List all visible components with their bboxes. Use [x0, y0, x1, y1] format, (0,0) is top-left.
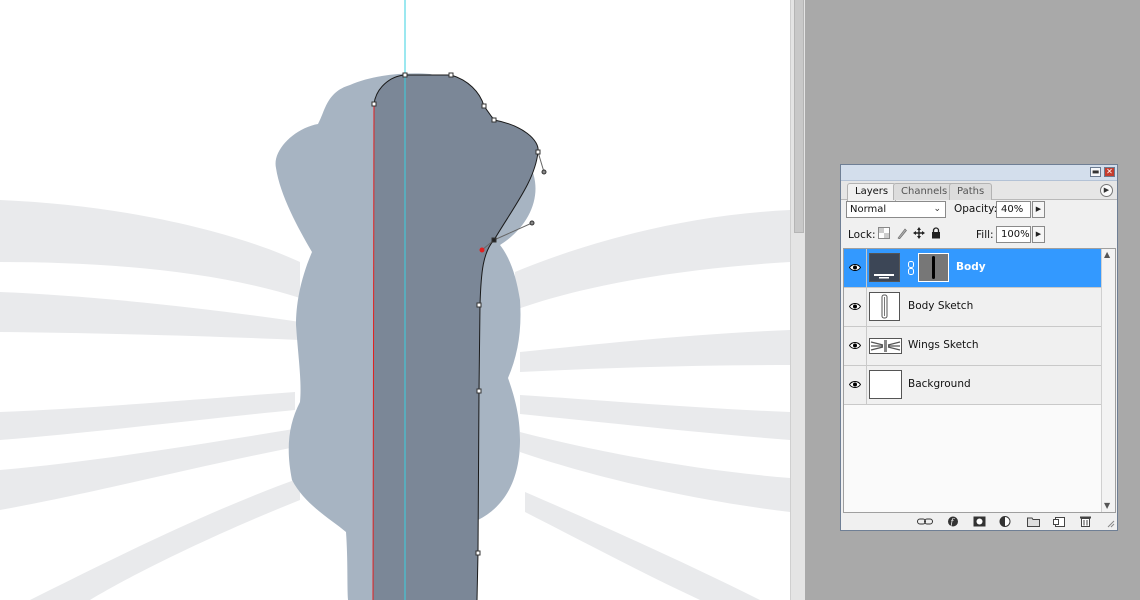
link-layers-icon[interactable] — [917, 516, 933, 527]
eye-icon — [849, 303, 861, 310]
tab-channels[interactable]: Channels — [893, 183, 956, 200]
resize-grip-icon[interactable] — [1107, 520, 1115, 528]
layer-name[interactable]: Body Sketch — [908, 300, 973, 312]
canvas-vertical-scrollbar[interactable] — [790, 0, 805, 600]
blend-mode-select[interactable]: Normal ⌄ — [846, 201, 946, 218]
layer-list: Body Body Sketch Wings Sketch Background… — [843, 248, 1116, 513]
scroll-up-icon[interactable]: ▲ — [1104, 250, 1110, 259]
fill-slider-button[interactable]: ▶ — [1032, 226, 1045, 243]
artwork — [0, 0, 790, 600]
scrollbar-thumb[interactable] — [794, 0, 804, 233]
delete-layer-icon[interactable] — [1079, 516, 1092, 527]
eye-icon — [849, 381, 861, 388]
layers-panel: ▬ ✕ Layers Channels Paths ▶ Normal ⌄ Opa… — [840, 164, 1118, 531]
path-start-point[interactable] — [479, 247, 485, 253]
layer-name[interactable]: Background — [908, 378, 971, 390]
visibility-toggle[interactable] — [844, 366, 867, 404]
lock-all-icon[interactable] — [930, 227, 942, 239]
lock-image-icon[interactable] — [896, 227, 908, 239]
new-group-icon[interactable] — [1027, 516, 1040, 527]
layer-list-scrollbar[interactable]: ▲ ▼ — [1101, 249, 1115, 512]
layer-thumbnail[interactable] — [869, 292, 900, 321]
layer-mask-thumbnail[interactable] — [918, 253, 949, 282]
minimize-icon: ▬ — [1091, 167, 1100, 176]
layer-thumbnail[interactable] — [869, 253, 900, 282]
panel-menu-button[interactable]: ▶ — [1100, 184, 1113, 197]
layer-row-body-sketch[interactable]: Body Sketch — [844, 288, 1102, 327]
layer-style-icon[interactable]: f — [947, 516, 960, 527]
fill-label: Fill: — [976, 229, 994, 241]
close-button[interactable]: ✕ — [1104, 167, 1115, 177]
layer-row-background[interactable]: Background — [844, 366, 1102, 405]
blend-mode-value: Normal — [850, 204, 887, 215]
mask-shape-icon — [932, 256, 935, 279]
opacity-slider-button[interactable]: ▶ — [1032, 201, 1045, 218]
layer-thumbnail[interactable] — [869, 338, 902, 354]
eye-icon — [849, 264, 861, 271]
visibility-toggle[interactable] — [844, 327, 867, 365]
lock-transparency-icon[interactable] — [878, 227, 890, 239]
opacity-input[interactable]: 40% — [996, 201, 1031, 218]
fill-input[interactable]: 100% — [996, 226, 1031, 243]
close-icon: ✕ — [1106, 167, 1113, 176]
layer-row-wings-sketch[interactable]: Wings Sketch — [844, 327, 1102, 366]
new-layer-icon[interactable] — [1053, 516, 1066, 527]
panel-footer: f — [841, 513, 1117, 530]
chain-link-icon[interactable] — [907, 261, 915, 275]
adjustment-fill-icon — [874, 274, 894, 279]
body-sketch-thumb-icon — [881, 294, 888, 319]
arrow-right-icon: ▶ — [1035, 205, 1042, 213]
tab-layers[interactable]: Layers — [847, 183, 897, 201]
lock-label: Lock: — [848, 229, 876, 241]
add-mask-icon[interactable] — [973, 516, 986, 527]
scroll-down-icon[interactable]: ▼ — [1104, 501, 1110, 510]
minimize-button[interactable]: ▬ — [1090, 167, 1101, 177]
visibility-toggle[interactable] — [844, 249, 867, 287]
opacity-label: Opacity: — [954, 203, 998, 215]
lock-position-icon[interactable] — [913, 227, 925, 239]
adjustment-layer-icon[interactable] — [999, 516, 1012, 527]
layer-thumbnail[interactable] — [869, 370, 902, 399]
layer-name[interactable]: Wings Sketch — [908, 339, 979, 351]
tab-paths[interactable]: Paths — [949, 183, 993, 200]
wings-sketch-thumb-icon — [870, 340, 901, 352]
chevron-down-icon: ⌄ — [933, 204, 941, 214]
visibility-toggle[interactable] — [844, 288, 867, 326]
layer-name[interactable]: Body — [956, 261, 986, 273]
arrow-right-icon: ▶ — [1035, 230, 1042, 238]
panel-titlebar[interactable]: ▬ ✕ — [841, 165, 1117, 181]
panel-menu-icon: ▶ — [1103, 186, 1110, 194]
document-canvas[interactable] — [0, 0, 790, 600]
layer-row-body[interactable]: Body — [844, 249, 1102, 288]
panel-tabs: Layers Channels Paths ▶ — [841, 181, 1117, 201]
eye-icon — [849, 342, 861, 349]
